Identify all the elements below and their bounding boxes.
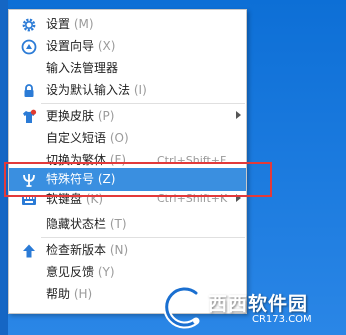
submenu-arrow-icon — [236, 111, 241, 119]
menu-separator — [41, 237, 245, 238]
lock-icon — [21, 83, 37, 99]
menu-item-custom-phrase[interactable]: 自定义短语 (O) — [9, 128, 246, 149]
watermark-brand: 西西软件园 — [208, 293, 309, 315]
gear-icon — [21, 17, 37, 33]
menu-item-hide-statusbar[interactable]: 隐藏状态栏 (T) — [9, 214, 246, 235]
shirt-icon — [21, 109, 37, 125]
wizard-icon — [21, 39, 37, 55]
watermark-url: CR173.COM — [252, 314, 312, 325]
menu-item-set-default[interactable]: 设为默认输入法 (I) — [9, 80, 246, 101]
up-arrow-icon — [21, 243, 37, 259]
menu-item-feedback[interactable]: 意见反馈 (Y) — [9, 262, 246, 283]
menu-item-label: 自定义短语 (O) — [46, 131, 129, 145]
watermark-logo-icon — [163, 285, 200, 329]
menu-separator — [41, 103, 245, 104]
menu-item-label: 帮助 (H) — [46, 287, 93, 301]
site-watermark: 西西软件园 CR173.COM — [156, 283, 342, 331]
menu-item-label: 检查新版本 (N) — [46, 243, 129, 257]
menu-item-label: 设为默认输入法 (I) — [46, 83, 147, 97]
menu-item-label: 隐藏状态栏 (T) — [46, 217, 127, 231]
menu-item-label: 设置向导 (X) — [46, 39, 116, 53]
menu-item-label: 更换皮肤 (P) — [46, 109, 115, 123]
menu-item-setup-wizard[interactable]: 设置向导 (X) — [9, 36, 246, 57]
menu-item-label: 设置 (M) — [46, 17, 94, 31]
menu-item-label: 意见反馈 (Y) — [46, 265, 115, 279]
menu-item-check-update[interactable]: 检查新版本 (N) — [9, 240, 246, 261]
menu-item-change-skin[interactable]: 更换皮肤 (P) — [9, 106, 246, 127]
menu-item-settings[interactable]: 设置 (M) — [9, 14, 246, 35]
menu-item-ime-manager[interactable]: 输入法管理器 — [9, 58, 246, 79]
highlight-callout-box — [4, 162, 272, 197]
menu-item-label: 输入法管理器 — [46, 61, 119, 75]
